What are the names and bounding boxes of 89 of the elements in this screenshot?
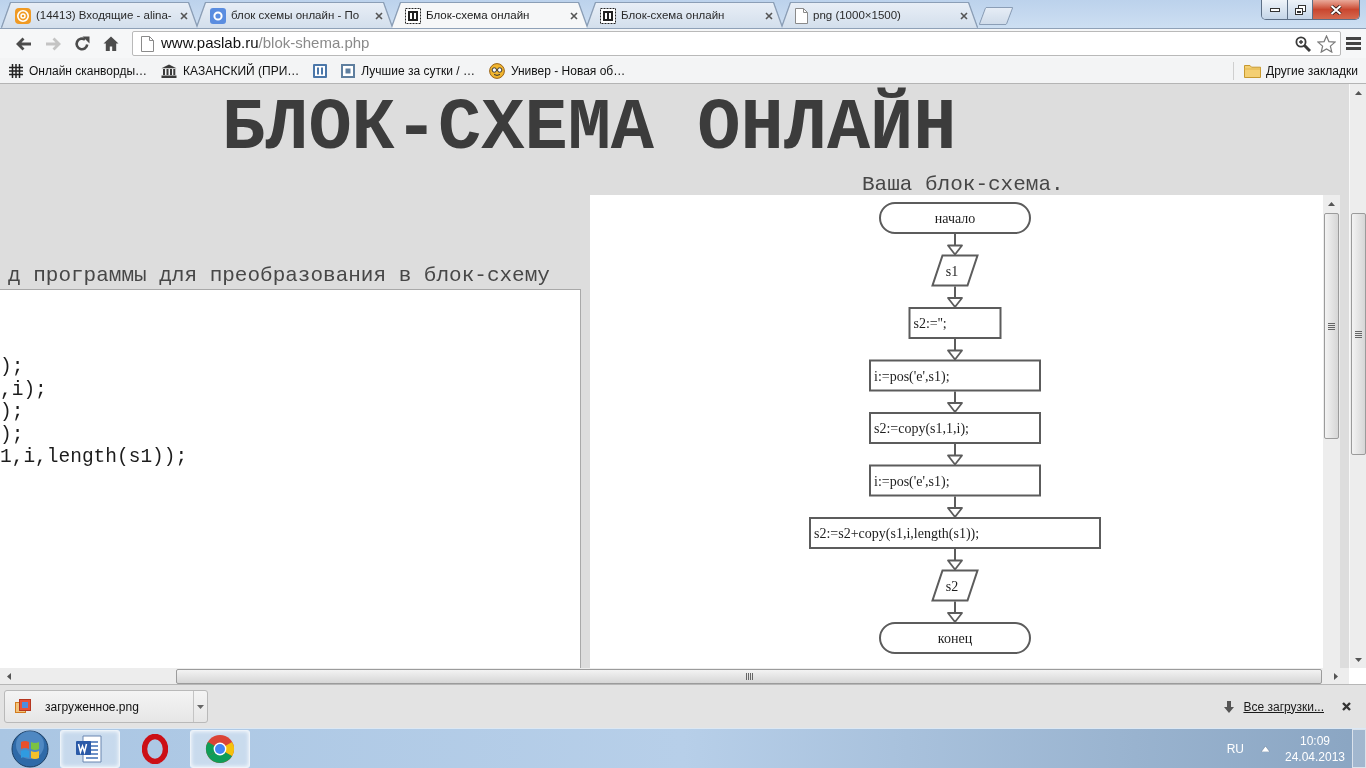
result-label: Ваша блок-схема. [862,174,1064,195]
close-icon[interactable] [570,11,578,20]
minimize-icon [1269,7,1280,12]
close-icon[interactable] [1342,702,1351,711]
bars-tile-icon [313,63,328,78]
bookmark-item[interactable]: Универ - Новая об… [481,59,633,82]
flow-arrow [947,338,963,361]
folder-icon [1244,63,1262,78]
close-button[interactable] [1313,0,1359,19]
process-node: s2:=copy(s1,1,i); [869,412,1041,444]
ring-tile-icon [210,7,226,24]
up-arrow-icon[interactable] [1328,202,1335,206]
vertical-scrollbar[interactable] [1323,195,1340,668]
close-icon[interactable] [375,11,383,20]
page-heading: БЛОК-СХЕМА ОНЛАЙН [222,87,957,171]
back-arrow-icon[interactable] [15,36,32,51]
oval-ring-icon [142,733,168,764]
minimize-button[interactable] [1262,0,1288,19]
close-icon[interactable] [960,11,968,20]
grip-icon [1328,322,1335,330]
page-icon [795,7,808,24]
framed-square-icon [600,7,616,24]
scrollbar-thumb[interactable] [1350,213,1366,455]
scrollbar-thumb[interactable] [1324,213,1339,439]
menu-icon[interactable] [1346,37,1361,50]
flow-arrow [947,548,963,571]
input-output-node: s2 [931,569,979,602]
vertical-scrollbar[interactable] [1349,84,1366,668]
browser-tab[interactable]: Блок-схема онлайн [587,3,782,28]
terminal-node: начало [879,202,1031,234]
framed-square-icon [405,7,421,24]
browser-tab[interactable]: блок схемы онлайн - По [197,3,392,28]
scrollbar-corner [1349,668,1366,684]
taskbar-button[interactable] [190,729,250,768]
square-tile-icon [341,63,356,78]
building-icon [161,63,178,78]
right-arrow-icon[interactable] [1333,672,1338,680]
all-downloads-link[interactable]: Все загрузки... [1243,697,1324,716]
up-arrow-icon[interactable] [1354,90,1362,95]
scrollbar-thumb[interactable] [176,668,1322,684]
close-icon [1330,4,1342,15]
input-output-node: s1 [931,254,979,287]
browser-tab[interactable]: png (1000×1500) [782,3,977,28]
left-arrow-icon[interactable] [6,672,11,680]
grid-icon [9,63,23,78]
image-file-icon [15,698,31,715]
start-orb-icon[interactable] [11,729,49,768]
ring-tile-icon [15,7,31,24]
download-item[interactable]: загруженное.png [4,690,208,723]
flow-arrow [947,495,963,518]
grip-icon [745,672,753,680]
close-icon[interactable] [180,11,188,20]
star-icon[interactable] [1317,34,1336,53]
grip-icon [1354,330,1362,338]
flow-arrow [947,285,963,308]
reload-icon[interactable] [73,35,90,52]
terminal-node: конец [879,622,1031,654]
browser-tab[interactable]: (14413) Входящие - alina- [2,3,197,28]
flow-arrow [947,233,963,256]
restore-icon [1294,4,1306,15]
page-icon [141,35,154,52]
bookmark-item[interactable]: Онлайн сканворды… [2,59,155,82]
home-icon[interactable] [102,36,119,51]
close-icon[interactable] [765,11,773,20]
process-node: s2:=''; [908,307,1002,339]
tray-arrow-icon[interactable] [1261,745,1270,752]
browser-tab[interactable]: Блок-схема онлайн [392,3,587,28]
smiley-icon [488,62,505,79]
process-node: i:=pos('e',s1); [869,359,1041,392]
flow-arrow [947,443,963,466]
flow-arrow [947,600,963,623]
download-arrow-icon [1224,700,1235,713]
process-node: s2:=s2+copy(s1,i,length(s1)); [809,517,1101,549]
bookmark-item[interactable]: Лучшие за сутки / … [334,59,482,82]
process-node: i:=pos('e',s1); [869,464,1041,497]
bookmark-item[interactable]: КАЗАНСКИЙ (ПРИ… [154,59,307,82]
down-arrow-icon[interactable] [1354,657,1362,662]
address-field[interactable]: www.paslab.ru/blok-shema.php [132,31,1341,56]
restore-button[interactable] [1288,0,1313,19]
document-icon [75,733,105,764]
caret-icon[interactable] [197,704,204,709]
code-label: д программы для преобразования в блок-схему [8,265,550,286]
other-bookmarks-button[interactable]: Другие закладки [1240,59,1366,82]
taskbar-button[interactable] [60,729,120,768]
horizontal-scrollbar[interactable] [0,668,1349,684]
zoom-in-icon[interactable] [1295,35,1311,52]
code-editor[interactable]: ); ,i); ); ); 1,i,length(s1)); [0,289,581,668]
flow-arrow [947,390,963,413]
round-logo-icon [205,733,235,764]
